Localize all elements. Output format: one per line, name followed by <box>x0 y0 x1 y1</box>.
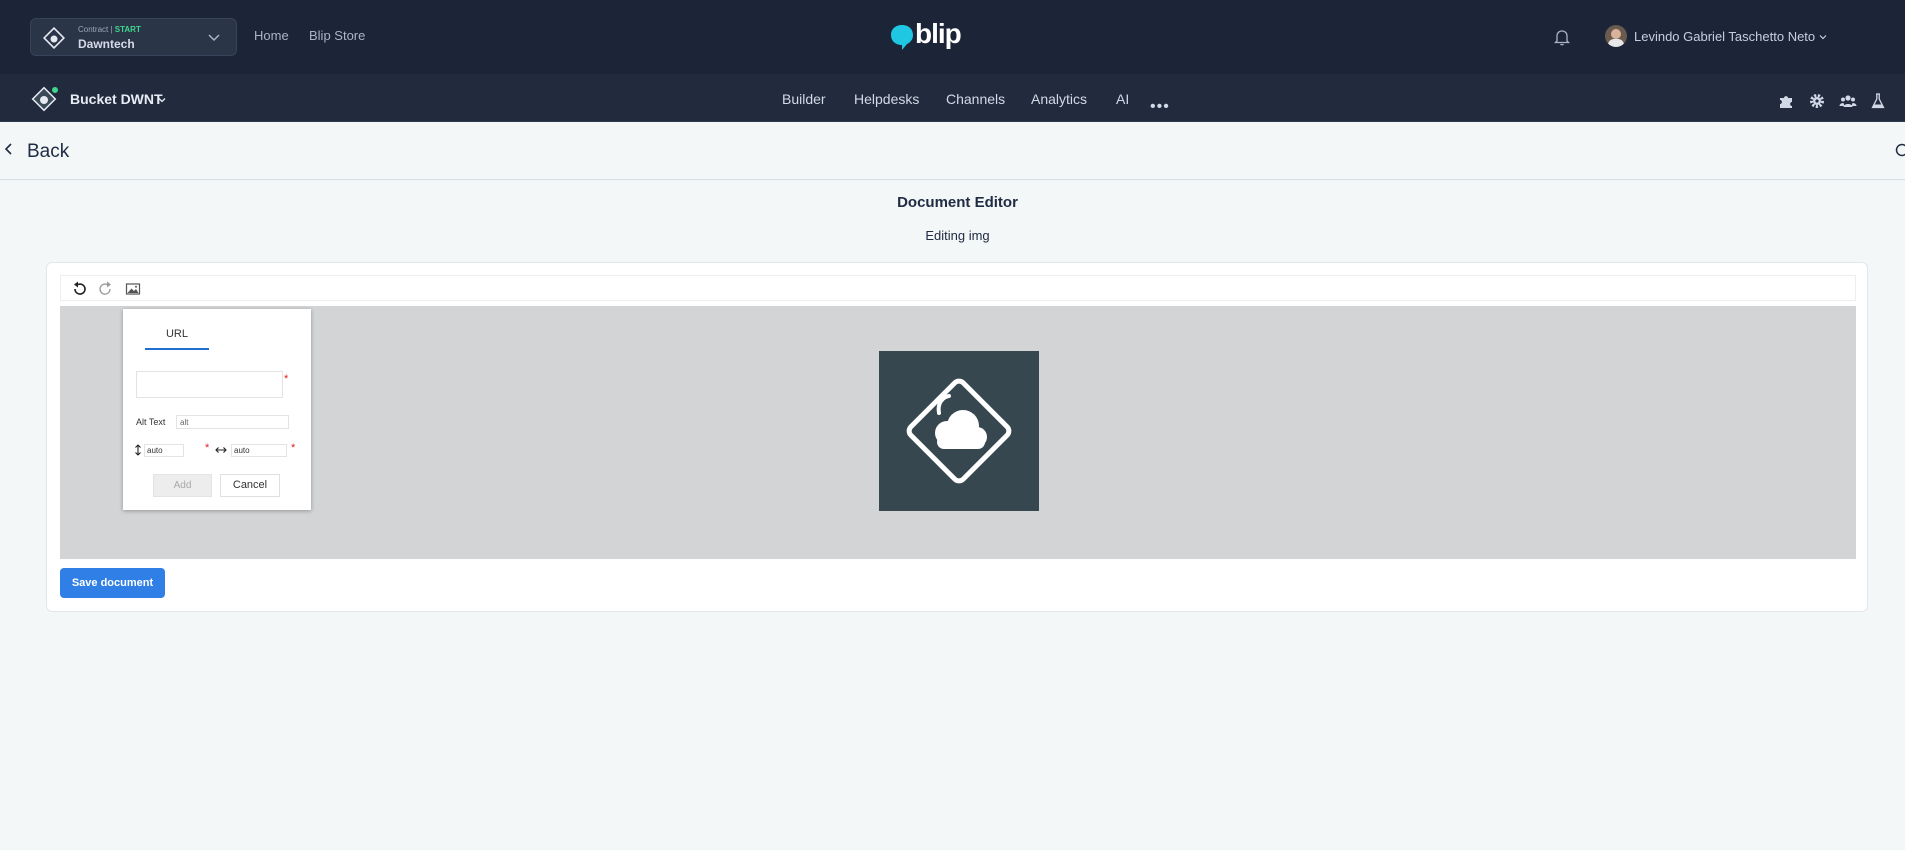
cancel-button[interactable]: Cancel <box>220 474 280 497</box>
online-status-dot <box>51 86 59 94</box>
required-marker: * <box>205 442 210 454</box>
add-button[interactable]: Add <box>153 474 212 497</box>
cloud-diamond-icon <box>906 378 1012 484</box>
blip-wordmark: blip <box>915 18 962 49</box>
image-icon[interactable] <box>124 280 142 298</box>
search-icon[interactable] <box>1895 143 1905 159</box>
back-button[interactable]: Back <box>27 141 69 163</box>
top-bar: Contract | START Dawntech Home Blip Stor… <box>0 0 1905 74</box>
nav-channels[interactable]: Channels <box>946 91 1005 107</box>
puzzle-icon[interactable] <box>1777 92 1795 110</box>
chevron-down-icon <box>208 34 220 42</box>
nav-analytics[interactable]: Analytics <box>1031 91 1087 107</box>
chevron-down-icon[interactable] <box>157 95 167 105</box>
team-icon[interactable] <box>1839 92 1857 110</box>
contract-selector[interactable]: Contract | START Dawntech <box>30 18 237 56</box>
undo-icon[interactable] <box>70 280 88 298</box>
blip-store-link[interactable]: Blip Store <box>309 28 365 43</box>
inserted-image[interactable] <box>879 351 1039 511</box>
chevron-down-icon[interactable] <box>1818 32 1828 42</box>
width-icon <box>215 447 227 453</box>
height-input[interactable] <box>144 444 184 457</box>
required-marker: * <box>291 442 296 454</box>
page-header: Back <box>0 122 1905 180</box>
editor-toolbar <box>60 275 1856 301</box>
home-link[interactable]: Home <box>254 28 289 43</box>
nav-helpdesks[interactable]: Helpdesks <box>854 91 919 107</box>
alt-text-label: Alt Text <box>136 417 166 427</box>
alt-text-input[interactable] <box>176 415 289 429</box>
nav-builder[interactable]: Builder <box>782 91 826 107</box>
save-document-button[interactable]: Save document <box>60 568 165 598</box>
tab-url[interactable]: URL <box>145 328 209 340</box>
required-marker: * <box>284 373 289 385</box>
user-name[interactable]: Levindo Gabriel Taschetto Neto <box>1634 29 1815 44</box>
nav-ai[interactable]: AI <box>1116 91 1129 107</box>
page-title: Document Editor <box>897 194 1018 211</box>
bell-icon[interactable] <box>1553 28 1571 46</box>
url-input[interactable] <box>136 371 283 398</box>
more-options-icon[interactable]: ••• <box>1150 98 1170 116</box>
chevron-left-icon[interactable] <box>4 142 14 156</box>
contract-logo-icon <box>43 27 65 49</box>
blip-bubble-icon <box>891 25 913 50</box>
gear-icon[interactable] <box>1808 92 1826 110</box>
image-dialog: URL * Alt Text * * Add Cancel <box>123 309 311 510</box>
width-input[interactable] <box>231 444 287 457</box>
page-subtitle: Editing img <box>925 228 990 243</box>
height-icon <box>135 444 141 456</box>
bot-name[interactable]: Bucket DWNT <box>70 91 163 107</box>
redo-icon[interactable] <box>97 280 115 298</box>
contract-name: Dawntech <box>78 37 135 51</box>
tab-active-indicator <box>145 348 209 350</box>
flask-icon[interactable] <box>1869 92 1887 110</box>
contract-label: Contract | START <box>78 25 141 34</box>
nav-bar: Bucket DWNT Builder Helpdesks Channels A… <box>0 74 1905 122</box>
avatar[interactable] <box>1605 25 1627 47</box>
